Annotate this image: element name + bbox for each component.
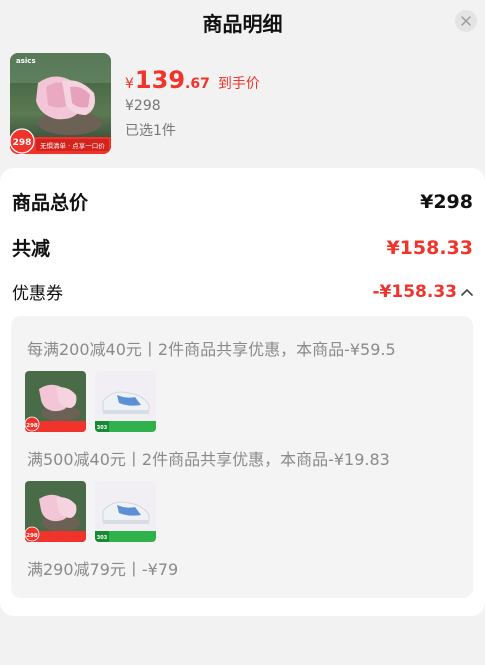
mini-badge: 298 <box>26 533 38 539</box>
coupon-rule-3: 满290减79元丨-¥79 <box>27 560 179 579</box>
coupon-rule-2: 满500减40元丨2件商品共享优惠，本商品-¥19.83 <box>27 450 390 469</box>
mini-product-white[interactable]: 303 <box>95 481 156 542</box>
close-icon <box>461 16 471 26</box>
discount-row: 共减 ¥158.33 <box>12 234 473 261</box>
deal-price-integer: 139 <box>134 66 186 94</box>
deal-price-decimal: .67 <box>185 76 210 92</box>
mini-badge: 303 <box>97 425 108 431</box>
coupon-row[interactable]: 优惠券 -¥158.33 <box>12 279 473 304</box>
selected-count: 已选1件 <box>125 123 176 139</box>
detail-panel: 商品总价 ¥298 共减 ¥158.33 优惠券 -¥158.33 每满200减… <box>0 168 485 616</box>
mini-product-white[interactable]: 303 <box>95 371 156 432</box>
image-banner-text: 无惧清单 · 点享一口价 <box>40 141 105 150</box>
image-badge-price: 298 <box>13 138 32 148</box>
mini-badge: 298 <box>26 423 38 429</box>
yen-symbol: ¥ <box>125 76 134 92</box>
original-price: ¥298 <box>125 98 161 114</box>
chevron-up-icon[interactable] <box>461 288 473 296</box>
coupon-value: -¥158.33 <box>372 281 458 302</box>
close-button[interactable] <box>455 10 477 32</box>
total-label: 商品总价 <box>12 192 89 214</box>
mini-product-pink[interactable]: 298 <box>25 371 86 432</box>
mini-product-pink[interactable]: 298 <box>25 481 86 542</box>
product-image[interactable]: asics 无惧清单 · 点享一口价 298 <box>10 53 111 154</box>
price-block: ¥ 139 .67 到手价 ¥298 已选1件 <box>125 66 260 140</box>
coupon-rule-1: 每满200减40元丨2件商品共享优惠，本商品-¥59.5 <box>27 340 396 359</box>
page-title: 商品明细 <box>202 12 283 36</box>
coupon-detail-box: 每满200减40元丨2件商品共享优惠，本商品-¥59.5 298 303 满50… <box>11 316 473 598</box>
coupon-label: 优惠券 <box>12 284 63 304</box>
coupon-value-wrap: -¥158.33 <box>373 282 474 302</box>
discount-value: ¥158.33 <box>386 236 473 259</box>
header: 商品明细 asics 无惧清单 · 点享一口价 298 ¥ 139 .67 到手… <box>0 0 485 168</box>
deal-price-tag: 到手价 <box>217 76 260 92</box>
deal-price: ¥ 139 .67 到手价 <box>125 66 260 94</box>
mini-badge: 303 <box>97 535 108 541</box>
total-value: ¥298 <box>420 190 473 213</box>
brand-logo: asics <box>16 57 36 65</box>
discount-label: 共减 <box>12 238 51 260</box>
total-row: 商品总价 ¥298 <box>12 188 473 215</box>
